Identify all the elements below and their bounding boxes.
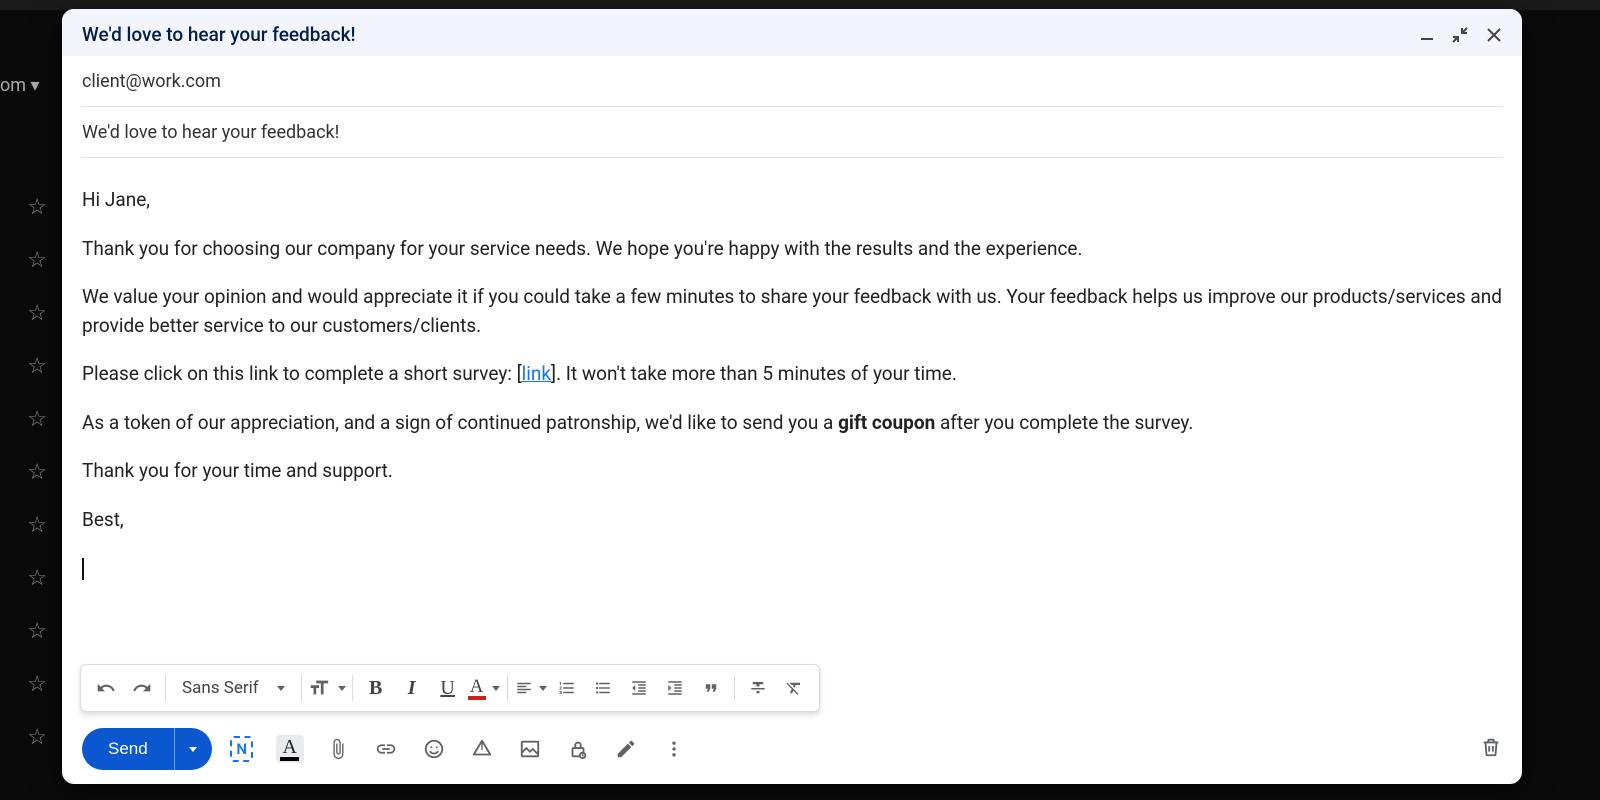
body-greeting: Hi Jane, bbox=[82, 186, 1502, 215]
toolbar-separator bbox=[165, 675, 166, 701]
para4-after: after you complete the survey. bbox=[935, 411, 1193, 434]
from-filter-label[interactable]: om ▾ bbox=[0, 75, 40, 96]
para4-before: As a token of our appreciation, and a si… bbox=[82, 411, 838, 434]
survey-link[interactable]: link bbox=[522, 362, 551, 385]
chevron-down-icon bbox=[539, 686, 547, 691]
confidential-mode-button[interactable] bbox=[564, 735, 592, 763]
star-icon[interactable]: ☆ bbox=[0, 725, 55, 750]
font-family-select[interactable]: Sans Serif bbox=[172, 671, 295, 705]
strikethrough-button[interactable] bbox=[741, 671, 775, 705]
indent-more-button[interactable] bbox=[658, 671, 692, 705]
text-format-button[interactable]: A bbox=[276, 735, 304, 763]
body-para3: Please click on this link to complete a … bbox=[82, 360, 1502, 389]
para3-before: Please click on this link to complete a … bbox=[82, 362, 522, 385]
bold-button[interactable]: B bbox=[359, 671, 393, 705]
discard-draft-button[interactable] bbox=[1480, 736, 1502, 762]
text-cursor bbox=[82, 554, 1502, 583]
gift-coupon-bold: gift coupon bbox=[838, 411, 935, 434]
toolbar-separator bbox=[507, 675, 508, 701]
compose-title: We'd love to hear your feedback! bbox=[82, 23, 356, 46]
toolbar-separator bbox=[352, 675, 353, 701]
remove-formatting-button[interactable] bbox=[777, 671, 811, 705]
compose-fields: client@work.com We'd love to hear your f… bbox=[62, 56, 1522, 158]
chevron-down-icon bbox=[492, 686, 500, 691]
subject-field[interactable]: We'd love to hear your feedback! bbox=[82, 107, 1502, 158]
quote-button[interactable] bbox=[694, 671, 728, 705]
star-icon[interactable]: ☆ bbox=[0, 566, 55, 591]
star-icon[interactable]: ☆ bbox=[0, 248, 55, 273]
chevron-down-icon bbox=[189, 747, 197, 752]
window-controls bbox=[1420, 27, 1502, 43]
minimize-button[interactable] bbox=[1420, 28, 1434, 42]
body-para1: Thank you for choosing our company for y… bbox=[82, 235, 1502, 264]
insert-signature-button[interactable] bbox=[612, 735, 640, 763]
compose-window: We'd love to hear your feedback! client@… bbox=[62, 9, 1522, 784]
send-options-button[interactable] bbox=[174, 728, 212, 770]
star-icon[interactable]: ☆ bbox=[0, 195, 55, 220]
compose-bottom-bar: Send N A bbox=[62, 716, 1522, 784]
bottom-left-group: Send N A bbox=[82, 728, 688, 770]
body-para5: Thank you for your time and support. bbox=[82, 457, 1502, 486]
font-family-label: Sans Serif bbox=[182, 678, 259, 698]
star-icon[interactable]: ☆ bbox=[0, 301, 55, 326]
indent-less-button[interactable] bbox=[622, 671, 656, 705]
toolbar-separator bbox=[734, 675, 735, 701]
body-para4: As a token of our appreciation, and a si… bbox=[82, 409, 1502, 438]
send-button-group: Send bbox=[82, 728, 212, 770]
text-color-button[interactable]: A bbox=[467, 671, 501, 705]
format-toolbar: Sans Serif B I U A bbox=[80, 664, 820, 712]
exit-fullscreen-button[interactable] bbox=[1452, 27, 1468, 43]
close-button[interactable] bbox=[1486, 27, 1502, 43]
more-options-button[interactable] bbox=[660, 735, 688, 763]
chevron-down-icon bbox=[277, 686, 285, 691]
compose-body[interactable]: Hi Jane, Thank you for choosing our comp… bbox=[62, 158, 1522, 658]
star-icon[interactable]: ☆ bbox=[0, 354, 55, 379]
star-icon[interactable]: ☆ bbox=[0, 513, 55, 538]
numbered-list-button[interactable] bbox=[550, 671, 584, 705]
insert-emoji-button[interactable] bbox=[420, 735, 448, 763]
toolbar-separator bbox=[301, 675, 302, 701]
star-icon[interactable]: ☆ bbox=[0, 460, 55, 485]
body-para2: We value your opinion and would apprecia… bbox=[82, 283, 1502, 340]
font-size-button[interactable] bbox=[308, 671, 346, 705]
insert-photo-button[interactable] bbox=[516, 735, 544, 763]
underline-button[interactable]: U bbox=[431, 671, 465, 705]
compose-header: We'd love to hear your feedback! bbox=[62, 9, 1522, 56]
attach-file-button[interactable] bbox=[324, 735, 352, 763]
send-button[interactable]: Send bbox=[82, 728, 174, 770]
insert-link-button[interactable] bbox=[372, 735, 400, 763]
chevron-down-icon bbox=[338, 686, 346, 691]
star-icon[interactable]: ☆ bbox=[0, 672, 55, 697]
bottom-icon-row: N A bbox=[228, 735, 688, 763]
body-closing: Best, bbox=[82, 506, 1502, 535]
star-icon[interactable]: ☆ bbox=[0, 619, 55, 644]
to-field[interactable]: client@work.com bbox=[82, 56, 1502, 107]
star-icon[interactable]: ☆ bbox=[0, 407, 55, 432]
insert-drive-button[interactable] bbox=[468, 735, 496, 763]
align-button[interactable] bbox=[514, 671, 548, 705]
redo-button[interactable] bbox=[125, 671, 159, 705]
para3-after: ]. It won't take more than 5 minutes of … bbox=[551, 362, 957, 385]
undo-button[interactable] bbox=[89, 671, 123, 705]
italic-button[interactable]: I bbox=[395, 671, 429, 705]
star-column: ☆ ☆ ☆ ☆ ☆ ☆ ☆ ☆ ☆ ☆ ☆ bbox=[0, 180, 55, 780]
bulleted-list-button[interactable] bbox=[586, 671, 620, 705]
spellcheck-button[interactable]: N bbox=[228, 735, 256, 763]
